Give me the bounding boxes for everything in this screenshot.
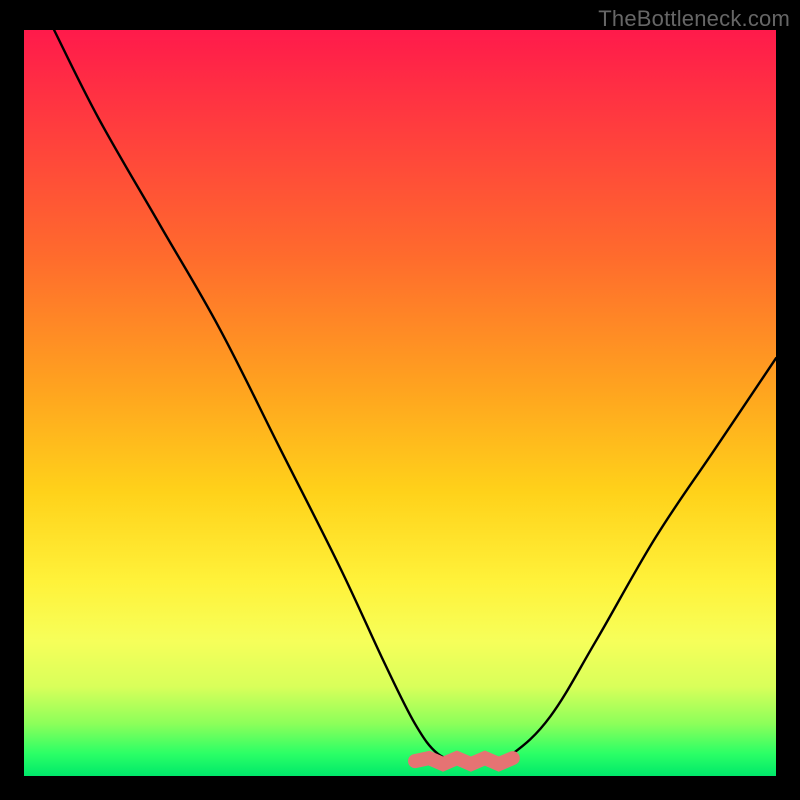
sweet-spot-marker (415, 758, 513, 764)
chart-stage: TheBottleneck.com (0, 0, 800, 800)
curve-path (54, 30, 776, 762)
chart-svg (24, 30, 776, 776)
plot-area (24, 30, 776, 776)
watermark-text: TheBottleneck.com (598, 6, 790, 32)
